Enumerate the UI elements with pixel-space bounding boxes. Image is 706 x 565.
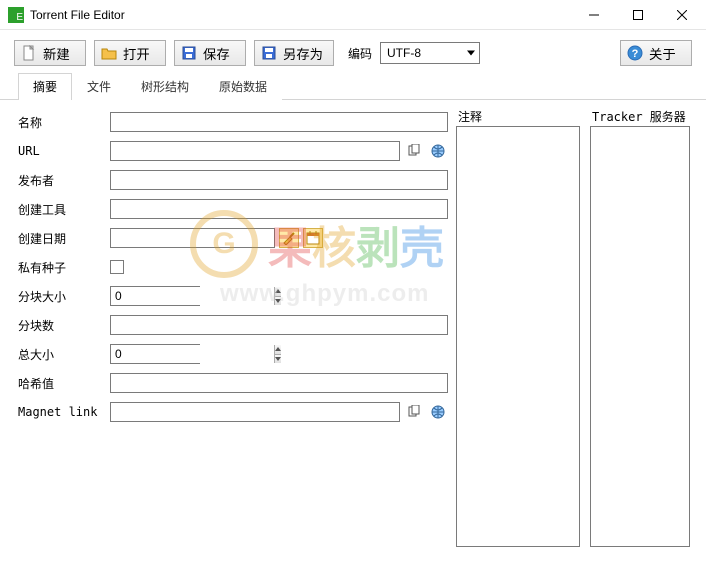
help-icon: ? bbox=[627, 45, 643, 61]
pieces-input[interactable] bbox=[110, 315, 448, 335]
spin-down-icon bbox=[274, 354, 281, 364]
form-column: 名称 URL 发布者 创建工具 创建日期 bbox=[18, 106, 448, 547]
hash-input[interactable] bbox=[110, 373, 448, 393]
spin-up-icon bbox=[274, 345, 281, 354]
trackers-box[interactable] bbox=[590, 126, 690, 547]
encoding-select[interactable]: UTF-8 bbox=[380, 42, 480, 64]
name-label: 名称 bbox=[18, 114, 106, 131]
save-button[interactable]: 保存 bbox=[174, 40, 246, 66]
copy-url-button[interactable] bbox=[404, 141, 424, 161]
tab-summary[interactable]: 摘要 bbox=[18, 73, 72, 100]
about-button[interactable]: ? 关于 bbox=[620, 40, 692, 66]
save-icon bbox=[181, 45, 197, 61]
tab-tree[interactable]: 树形结构 bbox=[126, 73, 204, 100]
titlebar: Torrent File Editor bbox=[0, 0, 706, 30]
private-label: 私有种子 bbox=[18, 259, 106, 276]
window-title: Torrent File Editor bbox=[30, 8, 125, 22]
publisher-input[interactable] bbox=[110, 170, 448, 190]
hash-label: 哈希值 bbox=[18, 375, 106, 392]
globe-icon bbox=[431, 405, 445, 419]
maximize-button[interactable] bbox=[616, 1, 660, 29]
copy-icon bbox=[407, 405, 421, 419]
url-label: URL bbox=[18, 144, 106, 158]
open-magnet-button[interactable] bbox=[428, 402, 448, 422]
pieces-label: 分块数 bbox=[18, 317, 106, 334]
tool-input[interactable] bbox=[110, 199, 448, 219]
piece-size-spinner[interactable] bbox=[110, 286, 200, 306]
tab-files[interactable]: 文件 bbox=[72, 73, 126, 100]
copy-icon bbox=[407, 144, 421, 158]
side-column: 注释 Tracker 服务器 bbox=[456, 106, 690, 547]
comment-label: 注释 bbox=[456, 108, 580, 126]
open-url-button[interactable] bbox=[428, 141, 448, 161]
saveas-button[interactable]: 另存为 bbox=[254, 40, 334, 66]
minimize-button[interactable] bbox=[572, 1, 616, 29]
file-new-icon bbox=[21, 45, 37, 61]
total-size-input[interactable] bbox=[111, 345, 274, 363]
toolbar: 新建 打开 保存 另存为 编码 UTF-8 ? 关于 bbox=[0, 30, 706, 72]
open-button[interactable]: 打开 bbox=[94, 40, 166, 66]
total-size-label: 总大小 bbox=[18, 346, 106, 363]
magnet-input[interactable] bbox=[110, 402, 400, 422]
folder-open-icon bbox=[101, 45, 117, 61]
clear-date-button[interactable] bbox=[279, 228, 299, 248]
encoding-label: 编码 bbox=[348, 45, 372, 62]
new-button[interactable]: 新建 bbox=[14, 40, 86, 66]
total-size-spinner[interactable] bbox=[110, 344, 200, 364]
piece-size-label: 分块大小 bbox=[18, 288, 106, 305]
globe-icon bbox=[431, 144, 445, 158]
copy-magnet-button[interactable] bbox=[404, 402, 424, 422]
comment-box[interactable] bbox=[456, 126, 580, 547]
publisher-label: 发布者 bbox=[18, 172, 106, 189]
tabbar: 摘要 文件 树形结构 原始数据 bbox=[0, 72, 706, 100]
close-button[interactable] bbox=[660, 1, 704, 29]
broom-icon bbox=[282, 231, 296, 245]
svg-text:?: ? bbox=[632, 48, 639, 60]
trackers-label: Tracker 服务器 bbox=[590, 108, 690, 126]
date-label: 创建日期 bbox=[18, 230, 106, 247]
tab-raw[interactable]: 原始数据 bbox=[204, 73, 282, 100]
calendar-icon bbox=[306, 231, 320, 245]
url-input[interactable] bbox=[110, 141, 400, 161]
date-input[interactable] bbox=[110, 228, 275, 248]
comment-block: 注释 bbox=[456, 108, 580, 547]
calendar-button[interactable] bbox=[303, 228, 323, 248]
saveas-icon bbox=[261, 45, 277, 61]
name-input[interactable] bbox=[110, 112, 448, 132]
content-area: 名称 URL 发布者 创建工具 创建日期 bbox=[0, 100, 706, 563]
spin-down-icon bbox=[274, 296, 281, 306]
magnet-label: Magnet link bbox=[18, 405, 106, 419]
piece-size-input[interactable] bbox=[111, 287, 274, 305]
chevron-down-icon bbox=[467, 51, 475, 56]
app-icon bbox=[8, 7, 24, 23]
spin-up-icon bbox=[274, 287, 281, 296]
trackers-block: Tracker 服务器 bbox=[590, 108, 690, 547]
private-checkbox[interactable] bbox=[110, 260, 124, 274]
tool-label: 创建工具 bbox=[18, 201, 106, 218]
